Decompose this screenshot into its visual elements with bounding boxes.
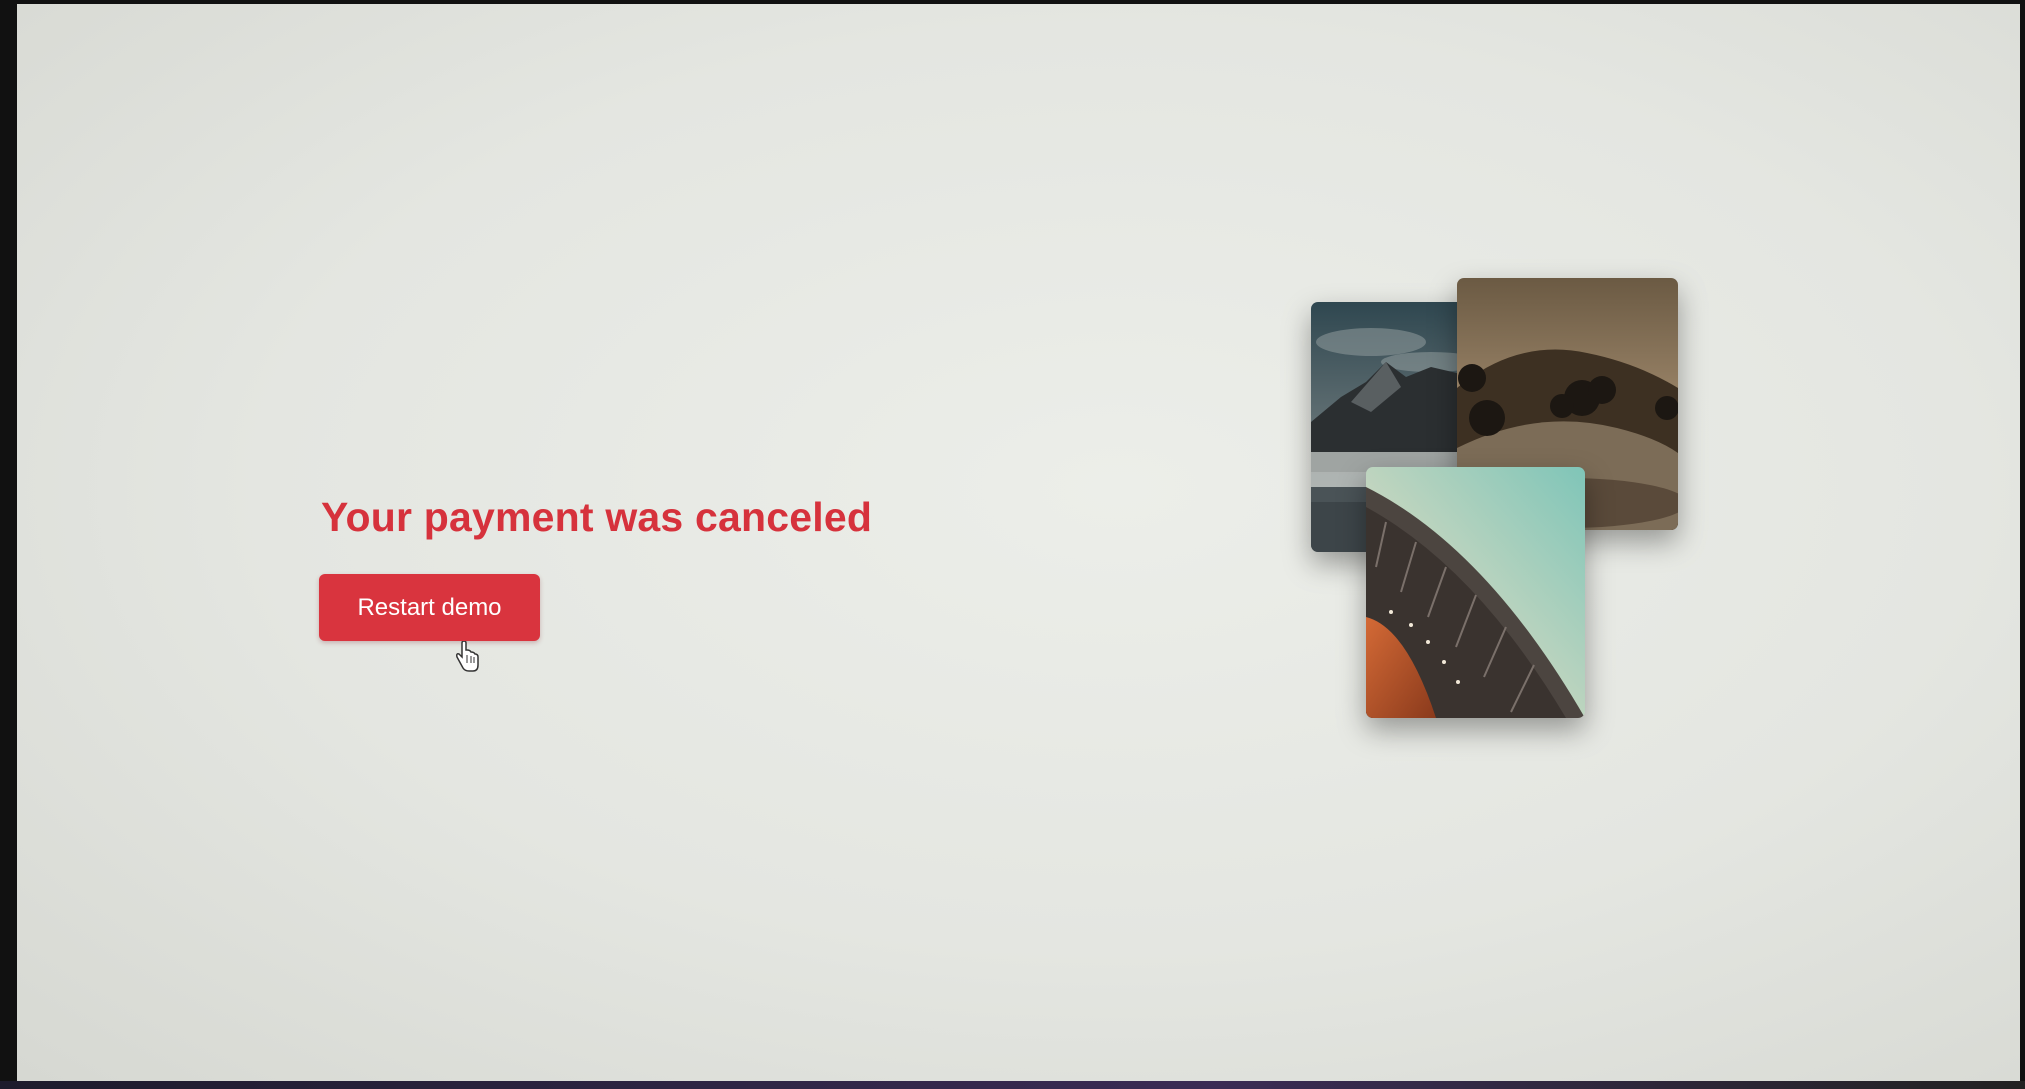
screen-bottom-edge [0,1081,2025,1089]
web-page: Your payment was canceled Restart demo [17,4,2020,1081]
hand-pointer-icon [456,641,479,672]
architecture-arch-photo [1366,467,1585,718]
payment-canceled-heading: Your payment was canceled [321,494,873,540]
restart-demo-button[interactable]: Restart demo [319,574,540,641]
